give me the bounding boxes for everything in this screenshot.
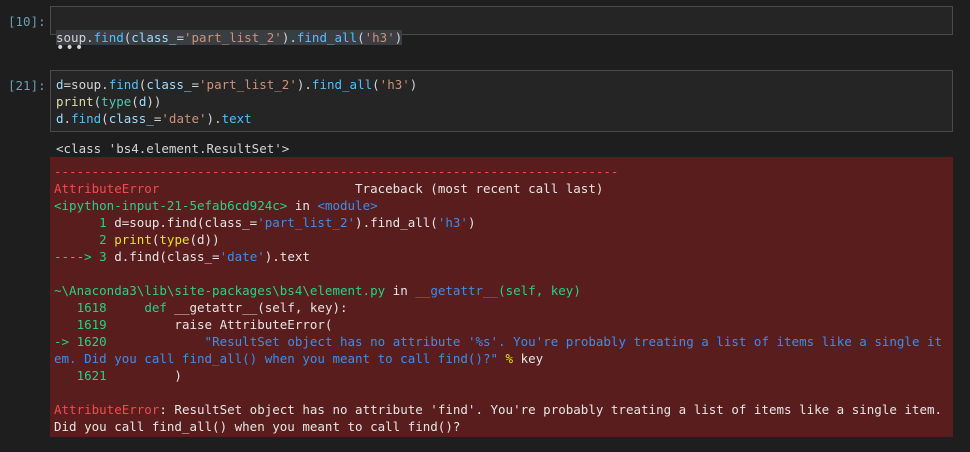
collapsed-output-ellipsis[interactable]: ••• [56, 40, 84, 56]
frame2-header: ~\Anaconda3\lib\site-packages\bs4\elemen… [54, 282, 949, 299]
frame2-func: __getattr__ [415, 283, 499, 298]
error-name: AttributeError [54, 402, 160, 417]
current-line-arrow: ----> [54, 249, 92, 264]
line-number: 1 [99, 215, 107, 230]
frame1-header: <ipython-input-21-5efab6cd924c> in <modu… [54, 197, 949, 214]
frame1-line-3: ----> 3 d.find(class_='date').text [54, 249, 310, 264]
code-line: d=soup.find(class_='part_list_2').find_a… [56, 77, 418, 92]
code-line: d.find(class_='date').text [56, 111, 252, 126]
line-number: 3 [99, 249, 107, 264]
frame2-path: ~\Anaconda3\lib\site-packages\bs4\elemen… [54, 283, 386, 298]
cell-prompt-21: [21]: [8, 78, 46, 93]
code-line: print(type(d)) [56, 94, 162, 109]
code-line: soup.find(class_='part_list_2').find_all… [56, 30, 403, 45]
traceback-header: AttributeError Traceback (most recent ca… [54, 180, 949, 197]
frame2-line-1618: 1618 def __getattr__(self, key): [76, 300, 348, 315]
line-number: 1620 [76, 334, 107, 349]
frame2-line-1619: 1619 raise AttributeError( [76, 317, 333, 332]
frame2-line-1620: -> 1620 "ResultSet object has no attribu… [54, 334, 943, 366]
code-cell-21[interactable]: d=soup.find(class_='part_list_2').find_a… [50, 70, 953, 132]
code-cell-10[interactable]: soup.find(class_='part_list_2').find_all… [50, 6, 953, 45]
line-number: 1619 [76, 317, 107, 332]
traceback-label: Traceback (most recent call last) [355, 181, 604, 196]
line-number: 1618 [76, 300, 107, 315]
stdout-output: <class 'bs4.element.ResultSet'> [56, 141, 290, 156]
frame1-module: <module> [317, 198, 378, 213]
current-line-arrow: -> [54, 334, 70, 349]
traceback-separator: ----------------------------------------… [54, 164, 619, 179]
cell-prompt-10: [10]: [8, 14, 46, 29]
error-message: ResultSet object has no attribute 'find'… [54, 402, 950, 434]
in-keyword: in [392, 283, 408, 298]
final-error-message: AttributeError: ResultSet object has no … [54, 402, 950, 434]
frame1-location: <ipython-input-21-5efab6cd924c> [54, 198, 288, 213]
line-number: 1621 [76, 368, 107, 383]
frame1-line-2: 2 print(type(d)) [99, 232, 220, 247]
line-number: 2 [99, 232, 107, 247]
frame2-line-1621: 1621 ) [76, 368, 182, 383]
in-keyword: in [294, 198, 310, 213]
error-name: AttributeError [54, 181, 160, 196]
error-output: ----------------------------------------… [50, 157, 953, 437]
frame1-line-1: 1 d=soup.find(class_='part_list_2').find… [99, 215, 476, 230]
frame2-args: (self, key) [498, 283, 581, 298]
